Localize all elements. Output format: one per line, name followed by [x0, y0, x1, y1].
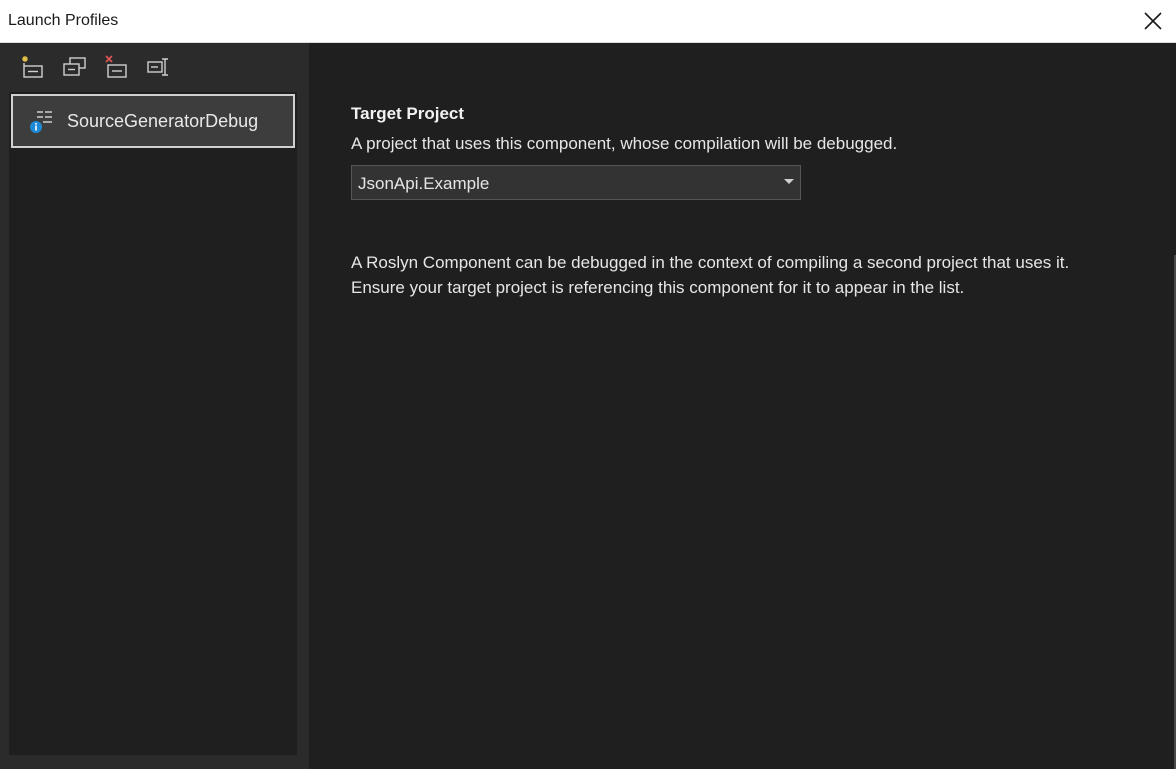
title-bar: Launch Profiles: [0, 0, 1176, 43]
window-title: Launch Profiles: [8, 12, 119, 29]
rename-profile-button[interactable]: [143, 53, 173, 81]
roslyn-info-text: A Roslyn Component can be debugged in th…: [351, 253, 1070, 297]
new-profile-button[interactable]: [17, 53, 47, 81]
profile-item-sourcegeneratordebug[interactable]: SourceGeneratorDebug: [11, 94, 295, 148]
target-project-description: A project that uses this component, whos…: [351, 134, 898, 153]
target-project-dropdown[interactable]: JsonApi.Example: [351, 165, 801, 200]
profiles-pane: SourceGeneratorDebug: [0, 43, 309, 769]
profile-settings-pane: Target Project A project that uses this …: [309, 43, 1176, 769]
profile-list: SourceGeneratorDebug: [9, 92, 297, 755]
delete-profile-icon: [105, 55, 127, 78]
target-project-selected-value: JsonApi.Example: [358, 174, 490, 193]
duplicate-profile-icon: [63, 57, 86, 76]
target-project-heading: Target Project: [351, 104, 465, 123]
close-button[interactable]: [1130, 0, 1176, 42]
close-icon: [1144, 12, 1162, 30]
roslyn-component-profile-icon: [30, 111, 52, 133]
new-profile-icon: [22, 56, 43, 78]
duplicate-profile-button[interactable]: [59, 53, 89, 81]
chevron-down-icon: [784, 179, 794, 184]
rename-profile-icon: [147, 58, 168, 76]
profile-item-label: SourceGeneratorDebug: [67, 110, 259, 131]
delete-profile-button[interactable]: [101, 53, 131, 81]
